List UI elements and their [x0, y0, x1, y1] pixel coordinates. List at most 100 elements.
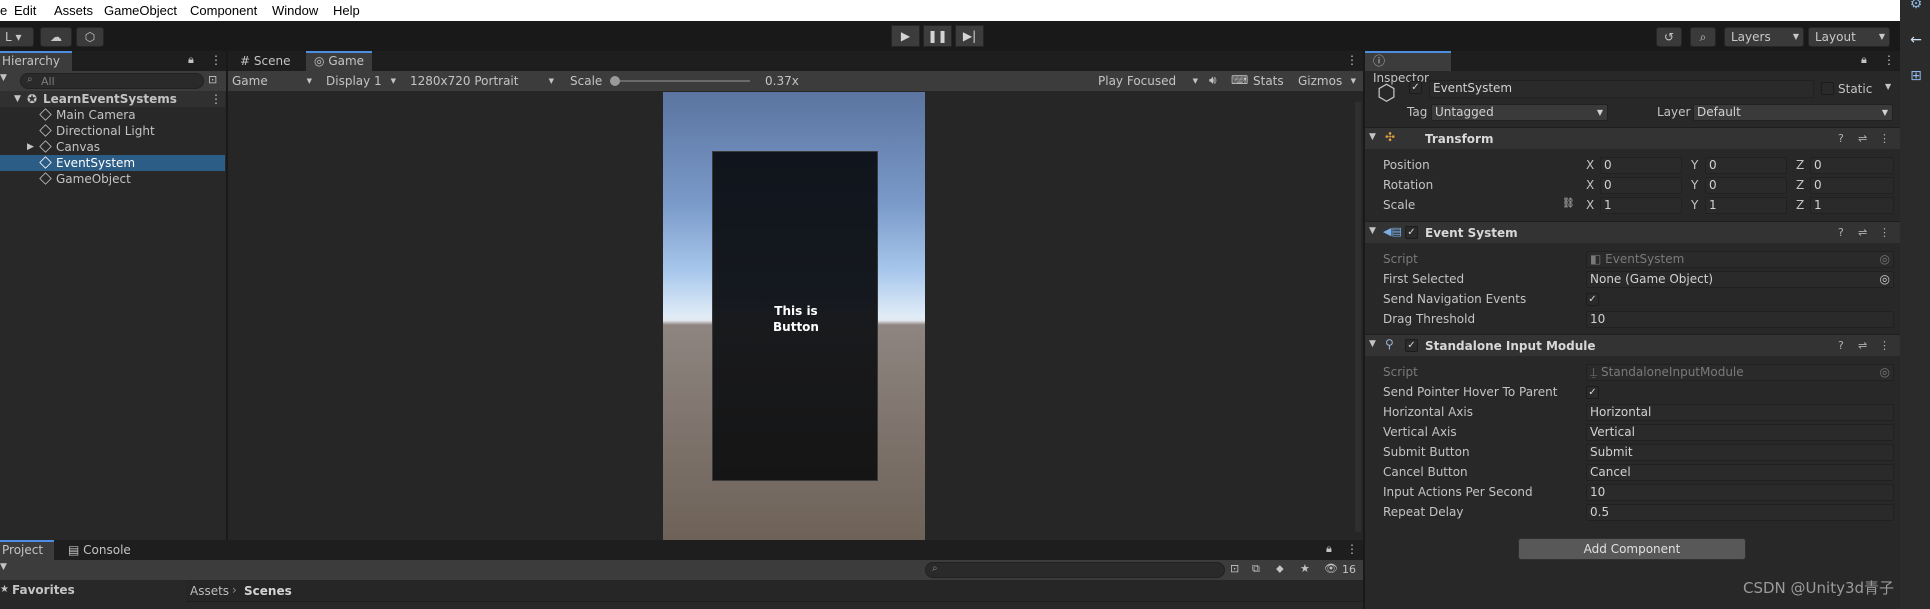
breadcrumb-assets[interactable]: Assets	[190, 584, 229, 598]
position-z-field[interactable]: 0	[1810, 157, 1894, 174]
translate-icon[interactable]: ⊞	[1906, 68, 1926, 88]
collapse-arrow-icon[interactable]: ▼	[1369, 339, 1376, 349]
tab-console[interactable]: ▤ Console	[60, 540, 139, 560]
scale-y-field[interactable]: 1	[1705, 197, 1787, 214]
static-checkbox[interactable]	[1821, 82, 1834, 95]
hierarchy-item-canvas[interactable]: ▶ Canvas	[0, 139, 225, 155]
hierarchy-search-input[interactable]: ⌕ All	[20, 73, 204, 89]
repeat-delay-field[interactable]: 0.5	[1586, 504, 1894, 521]
standalone-header[interactable]: ▼ ⚲ ✓ Standalone Input Module ? ⇌ ⋮	[1365, 334, 1900, 356]
event-system-enabled-checkbox[interactable]: ✓	[1405, 226, 1418, 239]
search-by-label-icon[interactable]: ⧉	[1252, 562, 1260, 576]
settings-icon[interactable]: ⚙	[1906, 0, 1926, 16]
kebab-menu-icon[interactable]: ⋮	[1346, 542, 1358, 556]
object-picker-icon[interactable]: ◎	[1880, 272, 1890, 287]
kebab-menu-icon[interactable]: ⋮	[1879, 132, 1890, 145]
create-dropdown-icon[interactable]: ▼	[0, 562, 7, 572]
hidden-packages-icon[interactable]: 👁︎	[1324, 562, 1338, 575]
rotation-y-field[interactable]: 0	[1705, 177, 1787, 194]
collapse-arrow-icon[interactable]: ▼	[1369, 226, 1376, 236]
collab-button[interactable]: ⬡	[76, 27, 104, 47]
transform-header[interactable]: ▼ ✣ Transform ? ⇌ ⋮	[1365, 127, 1900, 149]
gizmos-dropdown[interactable]: Gizmos	[1296, 71, 1360, 91]
menu-help[interactable]: Help	[333, 3, 360, 18]
input-actions-field[interactable]: 10	[1586, 484, 1894, 501]
hover-parent-checkbox[interactable]: ✓	[1586, 386, 1599, 399]
pause-button[interactable]: ❚❚	[923, 25, 952, 47]
rotation-z-field[interactable]: 0	[1810, 177, 1894, 194]
step-button[interactable]: ▶|	[955, 25, 984, 47]
menu-assets[interactable]: Assets	[54, 3, 93, 18]
hierarchy-item-eventsystem[interactable]: EventSystem	[0, 155, 225, 171]
kebab-menu-icon[interactable]: ⋮	[1879, 339, 1890, 352]
position-y-field[interactable]: 0	[1705, 157, 1787, 174]
menu-window[interactable]: Window	[272, 3, 318, 18]
back-arrow-icon[interactable]: ←	[1906, 32, 1926, 52]
scale-x-field[interactable]: 1	[1600, 197, 1682, 214]
kebab-menu-icon[interactable]: ⋮	[1879, 226, 1890, 239]
filter-icon[interactable]: ⊡	[208, 73, 217, 86]
menu-gameobject[interactable]: GameObject	[104, 3, 177, 18]
favorite-star-icon[interactable]: ★	[1300, 562, 1310, 575]
hierarchy-item-main-camera[interactable]: Main Camera	[0, 107, 225, 123]
event-system-header[interactable]: ▼ ◀▤ ✓ Event System ? ⇌ ⋮	[1365, 221, 1900, 243]
kebab-menu-icon[interactable]: ⋮	[210, 91, 222, 107]
layer-dropdown[interactable]: Default ▼	[1693, 104, 1893, 121]
position-x-field[interactable]: 0	[1600, 157, 1682, 174]
history-button[interactable]: ↺	[1656, 27, 1682, 47]
help-icon[interactable]: ?	[1838, 132, 1844, 145]
scale-slider[interactable]	[610, 76, 750, 86]
search-button[interactable]: ⌕	[1690, 27, 1716, 47]
keyboard-icon[interactable]: ⌨	[1231, 73, 1248, 87]
menu-component[interactable]: Component	[190, 3, 257, 18]
vertical-axis-field[interactable]: Vertical	[1586, 424, 1894, 441]
ui-button[interactable]: This is Button	[712, 151, 878, 481]
expand-arrow-icon[interactable]: ▶	[27, 139, 34, 155]
tag-dropdown[interactable]: Untagged ▼	[1431, 104, 1608, 121]
hierarchy-item-directional-light[interactable]: Directional Light	[0, 123, 225, 139]
display-dropdown[interactable]: Display 1	[324, 71, 400, 91]
object-name-field[interactable]: EventSystem	[1429, 80, 1814, 98]
breadcrumb-scenes[interactable]: Scenes	[244, 584, 292, 598]
resolution-dropdown[interactable]: 1280x720 Portrait	[408, 71, 558, 91]
tag-icon[interactable]: ⬥	[1276, 562, 1284, 576]
tab-project[interactable]: Project	[0, 540, 54, 560]
hierarchy-item-gameobject[interactable]: GameObject	[0, 171, 225, 187]
rotation-x-field[interactable]: 0	[1600, 177, 1682, 194]
lock-icon[interactable]: 🔒︎	[1861, 53, 1867, 67]
menu-file[interactable]: e	[0, 3, 7, 18]
kebab-menu-icon[interactable]: ⋮	[1883, 53, 1895, 67]
link-icon[interactable]: ⛓	[1562, 198, 1575, 209]
static-dropdown-icon[interactable]: ▼	[1885, 82, 1891, 91]
cancel-button-field[interactable]: Cancel	[1586, 464, 1894, 481]
preset-icon[interactable]: ⇌	[1858, 132, 1867, 145]
add-component-button[interactable]: Add Component	[1518, 538, 1746, 560]
horizontal-axis-field[interactable]: Horizontal	[1586, 404, 1894, 421]
preset-icon[interactable]: ⇌	[1858, 226, 1867, 239]
scale-slider-thumb[interactable]	[610, 76, 620, 86]
layout-dropdown[interactable]: Layout ▼	[1808, 27, 1890, 47]
tab-scene[interactable]: # Scene	[232, 51, 298, 71]
preset-icon[interactable]: ⇌	[1858, 339, 1867, 352]
tab-hierarchy[interactable]: Hierarchy	[0, 51, 72, 71]
tab-game[interactable]: ◎ Game	[306, 51, 373, 71]
cloud-button[interactable]: ☁	[40, 27, 72, 47]
collapse-arrow-icon[interactable]: ▼	[1369, 132, 1376, 142]
add-dropdown-icon[interactable]: ▼	[0, 73, 7, 83]
first-selected-field[interactable]: None (Game Object) ◎	[1586, 271, 1894, 288]
expand-arrow-icon[interactable]: ▼	[14, 91, 21, 107]
favorites-label[interactable]: Favorites	[12, 583, 75, 597]
scene-row[interactable]: ▼ ✪ LearnEventSystems ⋮	[0, 91, 225, 107]
game-view[interactable]: This is Button	[230, 92, 1363, 540]
kebab-menu-icon[interactable]: ⋮	[1346, 53, 1358, 67]
send-nav-checkbox[interactable]: ✓	[1586, 293, 1599, 306]
play-button[interactable]: ▶	[891, 25, 920, 47]
kebab-menu-icon[interactable]: ⋮	[210, 53, 222, 67]
lock-icon[interactable]: 🔒︎	[188, 53, 194, 67]
scale-z-field[interactable]: 1	[1810, 197, 1894, 214]
project-search-input[interactable]: ⌕	[925, 562, 1225, 578]
mute-audio-icon[interactable]: 🔊︎	[1209, 73, 1217, 88]
search-by-type-icon[interactable]: ⊡	[1230, 562, 1239, 575]
active-checkbox[interactable]: ✓	[1409, 81, 1422, 94]
vertical-scrollbar[interactable]	[1355, 102, 1361, 532]
